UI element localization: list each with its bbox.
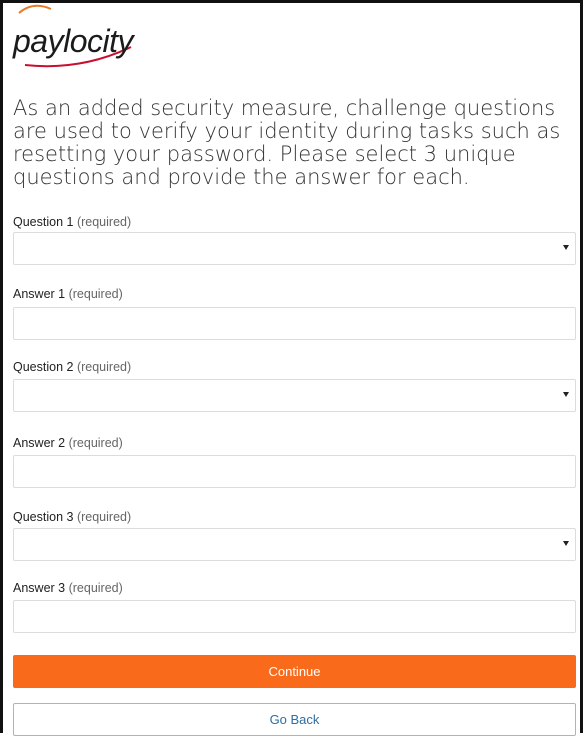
answer-3-label-text: Answer 3 (13, 581, 66, 595)
intro-text: As an added security measure, challenge … (13, 96, 561, 189)
question-1-select[interactable] (13, 232, 576, 265)
answer-2-label: Answer 2 (required) (13, 436, 123, 450)
question-3-select[interactable] (13, 528, 576, 561)
question-3-label: Question 3 (required) (13, 510, 131, 524)
triangle-down-icon (563, 541, 569, 546)
logo-text: paylocity (13, 23, 134, 59)
answer-3-label: Answer 3 (required) (13, 581, 123, 595)
answer-3-input[interactable] (13, 600, 576, 633)
question-2-label: Question 2 (required) (13, 360, 131, 374)
required-hint: (required) (68, 581, 123, 595)
required-hint: (required) (76, 360, 132, 374)
question-3-label-text: Question 3 (13, 510, 74, 524)
required-hint: (required) (76, 510, 132, 524)
continue-button-label: Continue (268, 664, 321, 679)
triangle-down-icon (563, 392, 569, 397)
answer-1-label: Answer 1 (required) (13, 287, 123, 301)
question-1-label-text: Question 1 (13, 215, 74, 229)
required-hint: (required) (76, 215, 132, 229)
form-container: paylocity As an added security measure, … (13, 3, 576, 736)
continue-button[interactable]: Continue (13, 655, 576, 688)
answer-2-input[interactable] (13, 455, 576, 488)
question-2-label-text: Question 2 (13, 360, 74, 374)
required-hint: (required) (68, 287, 123, 301)
question-1-label: Question 1 (required) (13, 215, 131, 229)
answer-1-label-text: Answer 1 (13, 287, 66, 301)
paylocity-logo: paylocity (13, 3, 576, 75)
required-hint: (required) (68, 436, 123, 450)
answer-2-label-text: Answer 2 (13, 436, 66, 450)
question-2-select[interactable] (13, 379, 576, 412)
triangle-down-icon (563, 245, 569, 250)
answer-1-input[interactable] (13, 307, 576, 340)
go-back-button[interactable]: Go Back (13, 703, 576, 736)
go-back-button-label: Go Back (269, 712, 320, 727)
